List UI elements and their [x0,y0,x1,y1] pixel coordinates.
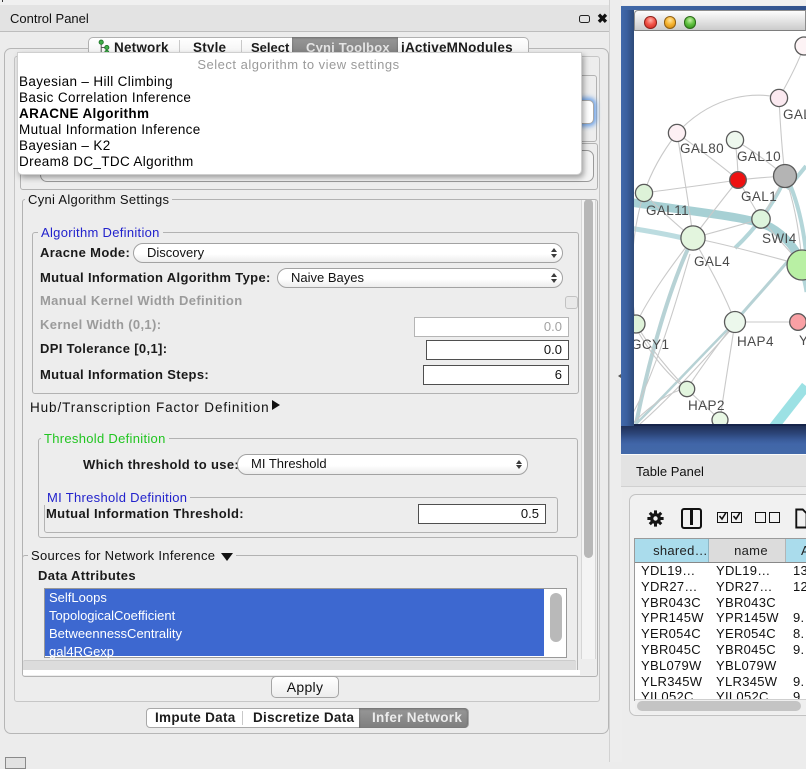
svg-text:GAL11: GAL11 [646,203,689,218]
svg-text:HAP2: HAP2 [688,398,725,413]
svg-text:GAL10: GAL10 [737,149,781,164]
svg-text:GAL: GAL [783,107,806,122]
svg-text:SWI4: SWI4 [762,231,797,246]
svg-text:GAL1: GAL1 [741,189,777,204]
svg-text:GAL80: GAL80 [680,141,724,156]
svg-text:GAL4: GAL4 [694,254,730,269]
svg-text:GCY1: GCY1 [634,337,669,352]
svg-text:HAP4: HAP4 [737,334,774,349]
svg-text:Y: Y [799,333,806,348]
